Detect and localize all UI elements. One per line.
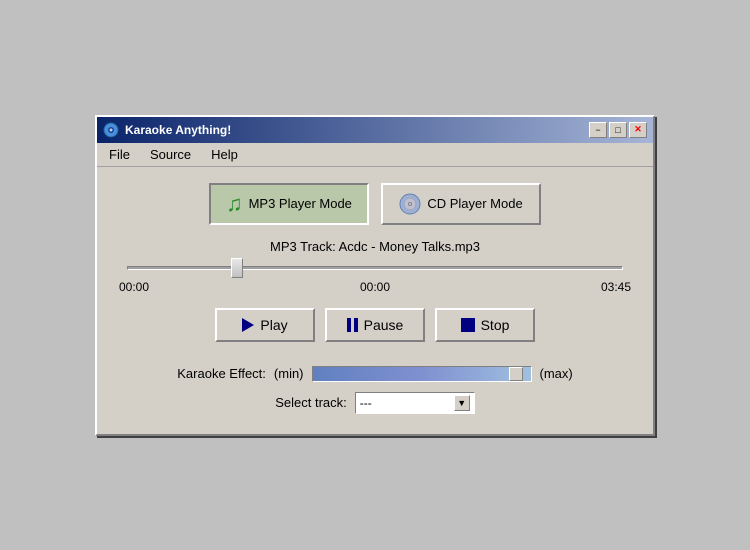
title-buttons: − □ ✕ (589, 122, 647, 138)
window-title: Karaoke Anything! (125, 123, 231, 137)
karaoke-min-label: (min) (274, 366, 304, 381)
play-label: Play (260, 317, 287, 333)
music-note-icon: ♫ (226, 191, 243, 217)
time-current: 00:00 (360, 280, 390, 294)
pause-bar-2 (354, 318, 358, 332)
maximize-button[interactable]: □ (609, 122, 627, 138)
pause-bar-1 (347, 318, 351, 332)
main-window: Karaoke Anything! − □ ✕ File Source Help… (95, 115, 655, 436)
select-track-label: Select track: (275, 395, 347, 410)
menu-file[interactable]: File (101, 145, 138, 164)
select-track-row: Select track: --- ▼ (275, 392, 475, 414)
play-icon (242, 318, 254, 332)
cd-icon (399, 193, 421, 215)
stop-icon (461, 318, 475, 332)
time-row: 00:00 00:00 03:45 (117, 280, 633, 294)
mode-buttons: ♫ MP3 Player Mode CD Player Mode (117, 183, 633, 225)
mp3-mode-button[interactable]: ♫ MP3 Player Mode (209, 183, 369, 225)
time-total: 03:45 (601, 280, 631, 294)
seek-bar-container (127, 266, 623, 270)
menu-help[interactable]: Help (203, 145, 246, 164)
title-bar: Karaoke Anything! − □ ✕ (97, 117, 653, 143)
mp3-mode-label: MP3 Player Mode (249, 196, 352, 211)
minimize-button[interactable]: − (589, 122, 607, 138)
close-button[interactable]: ✕ (629, 122, 647, 138)
title-bar-left: Karaoke Anything! (103, 122, 231, 138)
play-button[interactable]: Play (215, 308, 315, 342)
cd-mode-label: CD Player Mode (427, 196, 522, 211)
pause-button[interactable]: Pause (325, 308, 425, 342)
cd-mode-button[interactable]: CD Player Mode (381, 183, 541, 225)
karaoke-slider[interactable] (312, 366, 532, 382)
karaoke-max-label: (max) (540, 366, 573, 381)
track-info: MP3 Track: Acdc - Money Talks.mp3 (117, 239, 633, 254)
seek-thumb[interactable] (231, 258, 243, 278)
app-icon (103, 122, 119, 138)
karaoke-effect-row: Karaoke Effect: (min) (max) (177, 366, 572, 382)
karaoke-label: Karaoke Effect: (177, 366, 266, 381)
pause-icon (347, 318, 358, 332)
stop-button[interactable]: Stop (435, 308, 535, 342)
track-select[interactable]: --- ▼ (355, 392, 475, 414)
track-select-value: --- (360, 396, 372, 410)
transport-buttons: Play Pause Stop (117, 308, 633, 342)
menubar: File Source Help (97, 143, 653, 167)
pause-label: Pause (364, 317, 404, 333)
stop-label: Stop (481, 317, 510, 333)
karaoke-section: Karaoke Effect: (min) (max) Select track… (117, 366, 633, 414)
time-elapsed: 00:00 (119, 280, 149, 294)
content-area: ♫ MP3 Player Mode CD Player Mode MP3 Tra… (97, 167, 653, 434)
menu-source[interactable]: Source (142, 145, 199, 164)
select-arrow-icon[interactable]: ▼ (454, 395, 470, 411)
karaoke-slider-thumb[interactable] (509, 367, 523, 381)
seek-track[interactable] (127, 266, 623, 270)
